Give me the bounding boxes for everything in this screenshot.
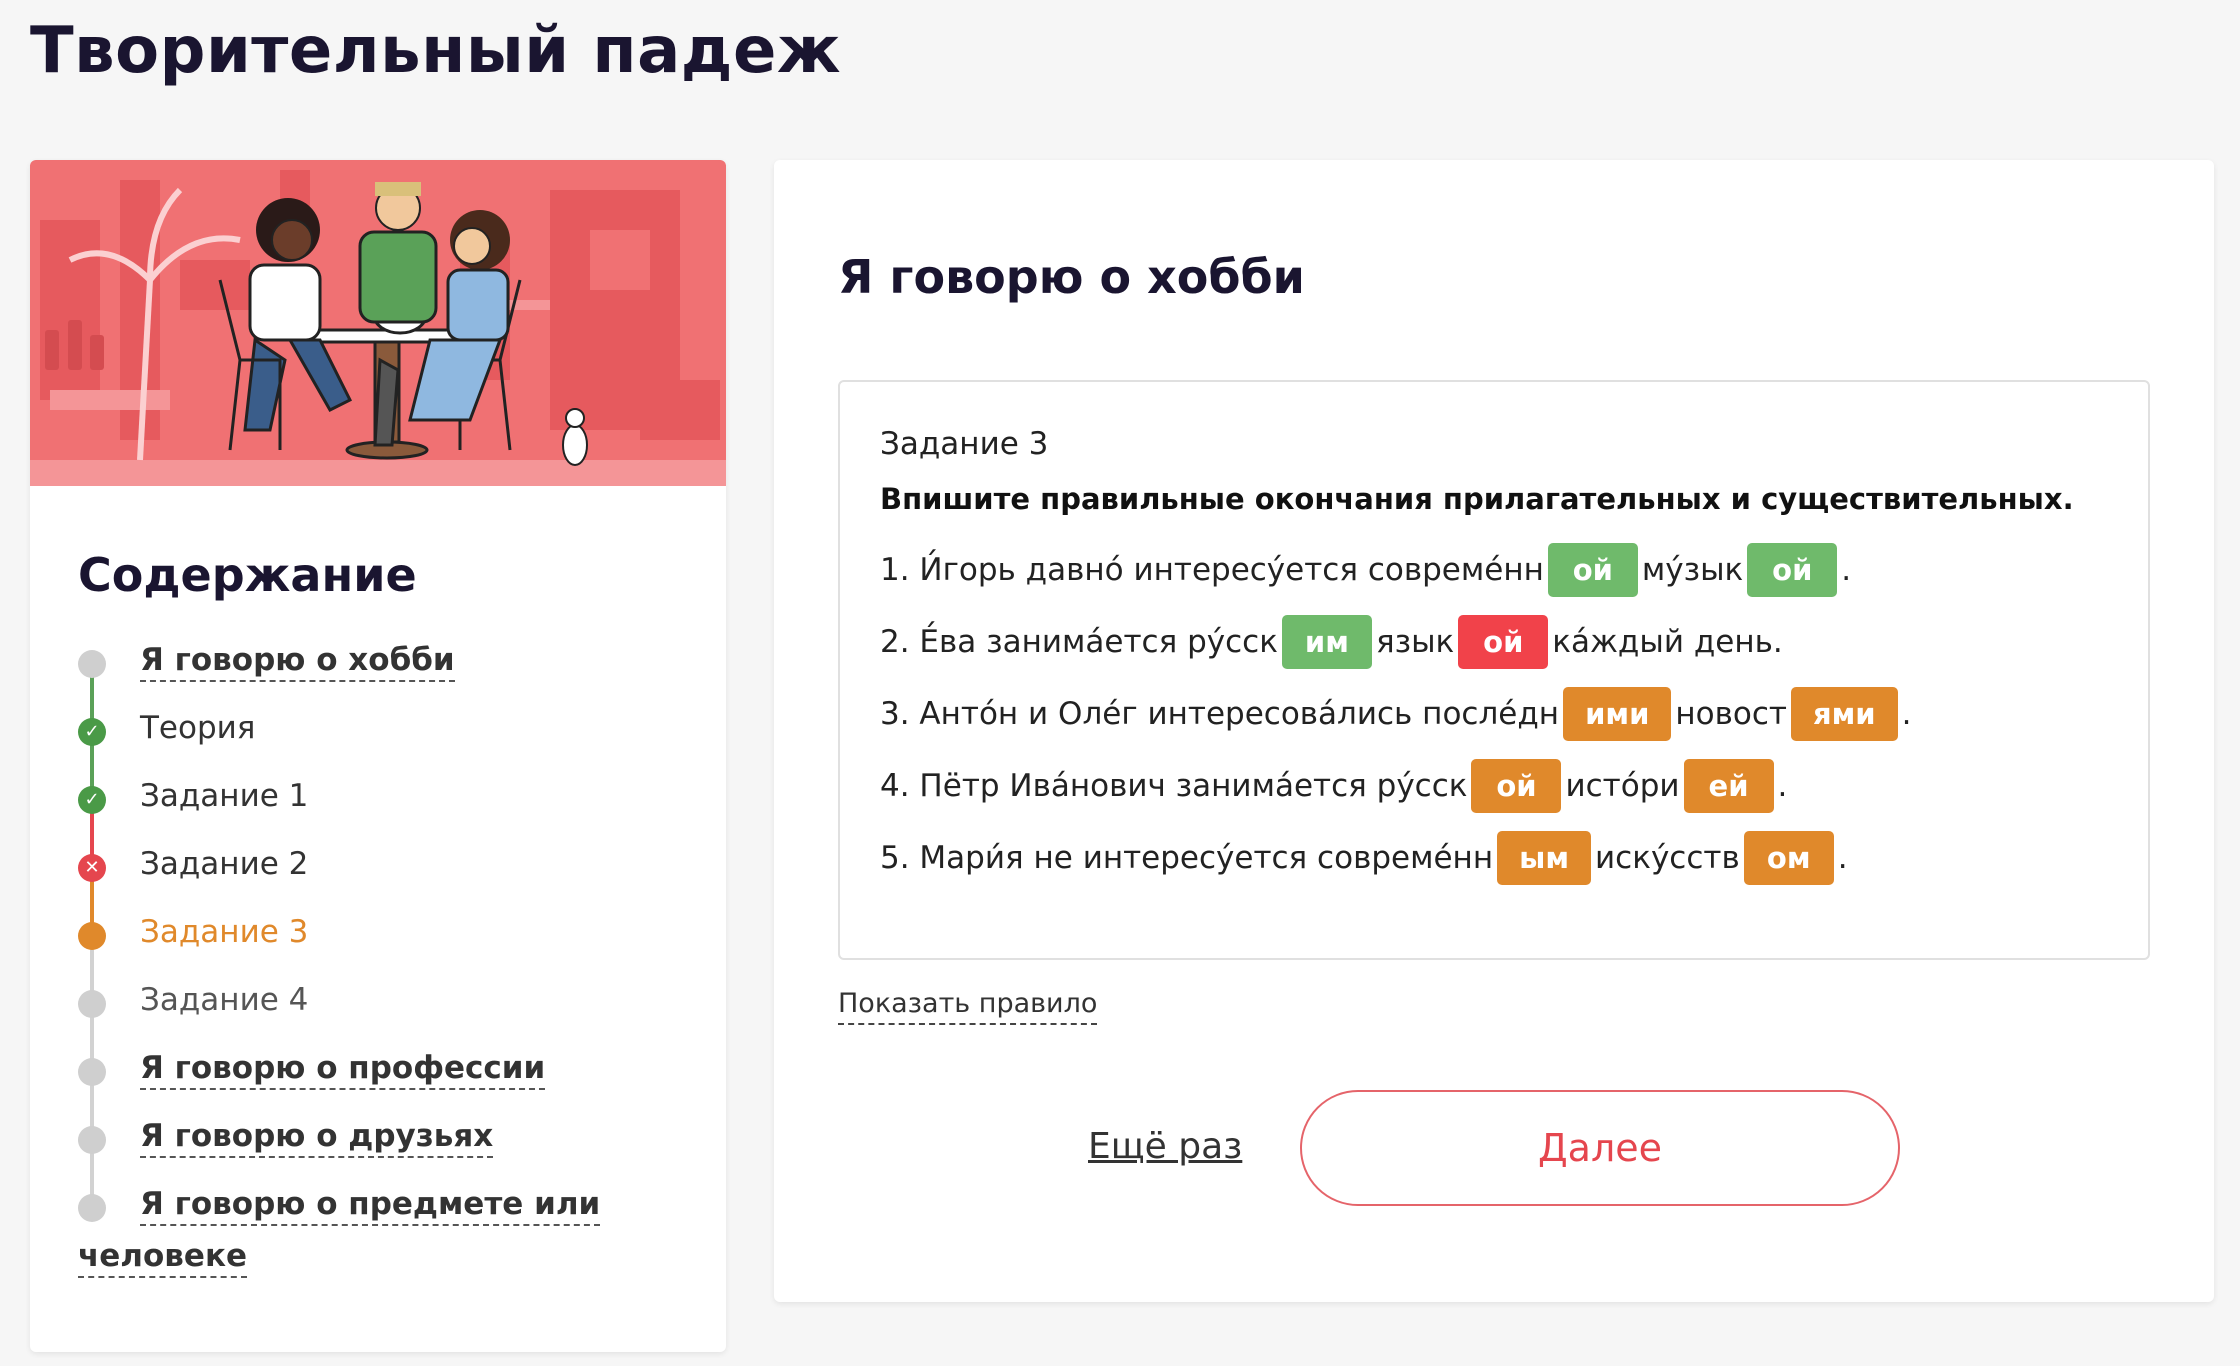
toc-item-profession[interactable]: Я говорю о профессии xyxy=(140,1050,546,1090)
sentence-text: иску́сств xyxy=(1595,840,1740,876)
answer-chip-shown[interactable]: ими xyxy=(1563,687,1672,741)
current-dot-icon xyxy=(78,922,106,950)
sentence-text: . xyxy=(1901,696,1912,732)
sentence-text: новост xyxy=(1675,696,1787,732)
sentence-text: 3. Анто́н и Оле́г интересова́лись после́… xyxy=(880,696,1560,732)
sentence-text: . xyxy=(1777,768,1788,804)
toc-dot-pending-icon xyxy=(78,1126,106,1154)
sentence-5: 5. Мари́я не интересу́ется совреме́нн ым… xyxy=(880,830,1848,886)
exercise-card: Я говорю о хобби Задание 3 Впишите прави… xyxy=(774,160,2214,1302)
toc-item-task-2[interactable]: Задание 2 xyxy=(140,846,308,882)
check-icon: ✓ xyxy=(78,786,106,814)
toc-item-object-or-person[interactable]: Я говорю о предмете или xyxy=(140,1186,601,1226)
answer-chip-shown[interactable]: ями xyxy=(1790,687,1898,741)
page: Творительный падеж Содержание Я говорю о… xyxy=(0,0,2240,1366)
toc-item-hobby[interactable]: Я говорю о хобби xyxy=(140,642,455,682)
answer-chip-shown[interactable]: ым xyxy=(1497,831,1592,885)
sentence-text: 4. Пётр Ива́нович занима́ется ру́сск xyxy=(880,768,1468,804)
sentence-text: ка́ждый день. xyxy=(1552,624,1783,660)
sentence-text: 2. Е́ва занима́ется ру́сск xyxy=(880,624,1278,660)
toc-item-friends[interactable]: Я говорю о друзьях xyxy=(140,1118,494,1158)
sentence-text: 5. Мари́я не интересу́ется совреме́нн xyxy=(880,840,1494,876)
page-title: Творительный падеж xyxy=(30,14,842,88)
next-button[interactable]: Далее xyxy=(1300,1090,1900,1206)
cross-icon: ✕ xyxy=(78,854,106,882)
sentence-text: язык xyxy=(1375,624,1455,660)
sentence-1: 1. И́горь давно́ интересу́ется совреме́н… xyxy=(880,542,1851,598)
answer-chip-correct[interactable]: им xyxy=(1281,615,1372,669)
answer-chip-shown[interactable]: ой xyxy=(1471,759,1562,813)
sidebar: Содержание Я говорю о хобби ✓ Теория ✓ З… xyxy=(30,160,726,1352)
sentence-text: 1. И́горь давно́ интересу́ется совреме́н… xyxy=(880,552,1544,588)
toc-dot-pending-icon xyxy=(78,990,106,1018)
toc-dot-pending-icon xyxy=(78,650,106,678)
toc-dot-pending-icon xyxy=(78,1194,106,1222)
toc-item-task-4[interactable]: Задание 4 xyxy=(140,982,308,1018)
task-instruction: Впишите правильные окончания прилагатель… xyxy=(880,482,2074,516)
toc-item-theory[interactable]: Теория xyxy=(140,710,255,746)
toc-item-task-1[interactable]: Задание 1 xyxy=(140,778,308,814)
task-box: Задание 3 Впишите правильные окончания п… xyxy=(838,380,2150,960)
sentence-2: 2. Е́ва занима́ется ру́сск им язык ой ка… xyxy=(880,614,1783,670)
sentence-4: 4. Пётр Ива́нович занима́ется ру́сск ой … xyxy=(880,758,1787,814)
toc-title: Содержание xyxy=(78,548,417,602)
answer-chip-correct[interactable]: ой xyxy=(1547,543,1638,597)
answer-chip-shown[interactable]: ей xyxy=(1683,759,1774,813)
toc-dot-pending-icon xyxy=(78,1058,106,1086)
sentence-text: му́зык xyxy=(1641,552,1744,588)
show-rule-link[interactable]: Показать правило xyxy=(838,988,1098,1025)
sentence-text: . xyxy=(1841,552,1852,588)
answer-chip-correct[interactable]: ой xyxy=(1747,543,1838,597)
sentence-text: исто́ри xyxy=(1565,768,1680,804)
retry-link[interactable]: Ещё раз xyxy=(1088,1126,1242,1167)
sentence-text: . xyxy=(1837,840,1848,876)
cafe-illustration xyxy=(30,160,726,486)
answer-chip-shown[interactable]: ом xyxy=(1743,831,1834,885)
section-title: Я говорю о хобби xyxy=(838,250,1305,304)
toc-item-task-3[interactable]: Задание 3 xyxy=(140,914,308,950)
task-number: Задание 3 xyxy=(880,426,1049,462)
sentence-3: 3. Анто́н и Оле́г интересова́лись после́… xyxy=(880,686,1912,742)
check-icon: ✓ xyxy=(78,718,106,746)
answer-chip-wrong[interactable]: ой xyxy=(1458,615,1549,669)
toc-item-object-or-person-line2[interactable]: человеке xyxy=(78,1238,248,1278)
